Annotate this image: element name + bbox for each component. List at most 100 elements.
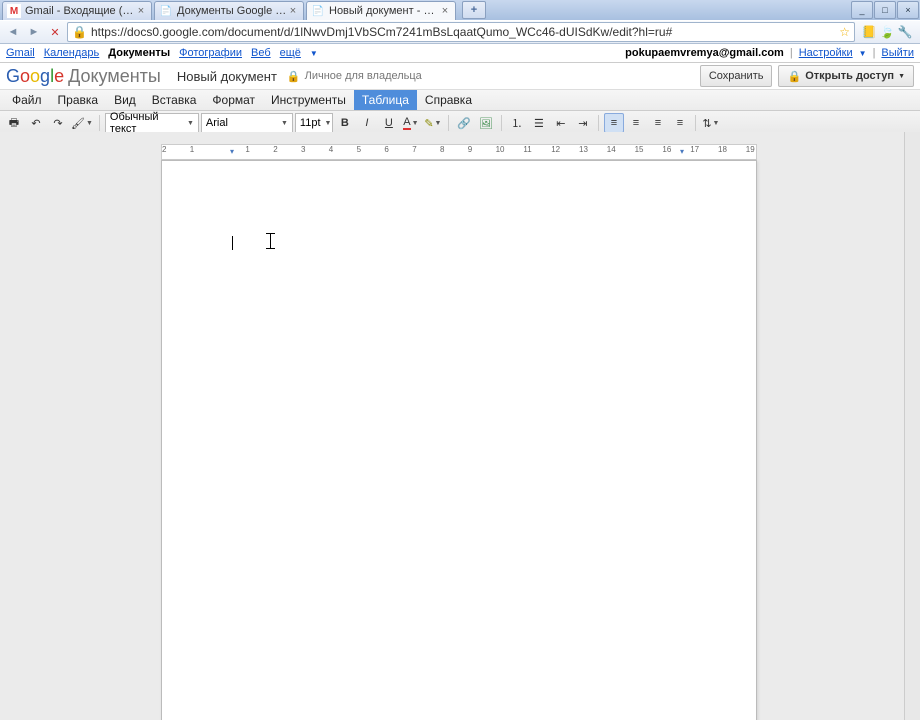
- menu-insert[interactable]: Вставка: [144, 90, 205, 110]
- right-indent-marker[interactable]: ▾: [680, 147, 684, 156]
- document-title[interactable]: Новый документ: [177, 69, 277, 84]
- close-icon[interactable]: ×: [287, 5, 299, 17]
- font-size-select[interactable]: 11pt▼: [295, 113, 333, 133]
- paint-format-button[interactable]: 🖌▼: [70, 113, 94, 133]
- link-icon: 🔗: [457, 117, 471, 130]
- print-icon: 🖶: [9, 114, 19, 133]
- gbar-link-gmail[interactable]: Gmail: [6, 47, 35, 59]
- italic-button[interactable]: I: [357, 113, 377, 133]
- chevron-down-icon: ▼: [325, 120, 332, 127]
- maximize-button[interactable]: □: [874, 1, 896, 19]
- chevron-down-icon: ▼: [281, 120, 288, 127]
- align-right-icon: ≡: [655, 117, 661, 129]
- ruler-tick: 1: [190, 145, 194, 159]
- stop-reload-button[interactable]: ✕: [46, 23, 64, 41]
- increase-indent-button[interactable]: ⇥: [573, 113, 593, 133]
- text-color-icon: A: [403, 116, 410, 130]
- vertical-scrollbar[interactable]: [904, 132, 920, 720]
- bold-icon: B: [341, 117, 349, 129]
- undo-button[interactable]: ↶: [26, 113, 46, 133]
- gbar-link-web[interactable]: Веб: [251, 47, 271, 59]
- new-tab-button[interactable]: +: [462, 1, 486, 19]
- menu-edit[interactable]: Правка: [50, 90, 107, 110]
- privacy-indicator[interactable]: 🔒 Личное для владельца: [287, 70, 422, 83]
- docs-header: Google Документы Новый документ 🔒 Личное…: [0, 63, 920, 89]
- browser-tab[interactable]: 📄 Новый документ - Докум… ×: [306, 1, 456, 20]
- menu-table[interactable]: Таблица: [354, 90, 417, 110]
- align-left-button[interactable]: ≡: [604, 113, 624, 133]
- ruler-tick: 13: [579, 145, 588, 159]
- bulleted-list-button[interactable]: ☰: [529, 113, 549, 133]
- bold-button[interactable]: B: [335, 113, 355, 133]
- decrease-indent-button[interactable]: ⇤: [551, 113, 571, 133]
- menu-file[interactable]: Файл: [4, 90, 50, 110]
- gbar-link-photos[interactable]: Фотографии: [179, 47, 242, 59]
- tab-title: Gmail - Входящие (3) - pok…: [25, 5, 135, 17]
- outdent-icon: ⇤: [556, 117, 565, 130]
- align-justify-icon: ≡: [677, 117, 683, 129]
- menu-help[interactable]: Справка: [417, 90, 480, 110]
- text-color-button[interactable]: A▼: [401, 113, 421, 133]
- chevron-down-icon: ▼: [187, 120, 194, 127]
- extension-icon[interactable]: 📒: [862, 25, 876, 39]
- browser-tab[interactable]: 📄 Документы Google - Все … ×: [154, 1, 304, 20]
- lock-icon: 🔒: [787, 70, 801, 83]
- paragraph-style-select[interactable]: Обычный текст▼: [105, 113, 199, 133]
- align-right-button[interactable]: ≡: [648, 113, 668, 133]
- gbar-link-more[interactable]: ещё: [280, 47, 301, 59]
- close-icon[interactable]: ×: [439, 5, 451, 17]
- chevron-down-icon[interactable]: ▼: [859, 49, 867, 58]
- account-email: pokupaemvremya@gmail.com: [625, 47, 784, 59]
- menu-view[interactable]: Вид: [106, 90, 144, 110]
- browser-nav-bar: ◄ ► ✕ 🔒 https://docs0.google.com/documen…: [0, 20, 920, 44]
- ruler-tick: 5: [357, 145, 361, 159]
- insert-image-button[interactable]: 🖼: [476, 113, 496, 133]
- align-left-icon: ≡: [611, 117, 617, 129]
- document-page[interactable]: [161, 160, 757, 720]
- line-spacing-icon: ⇅: [702, 117, 711, 130]
- google-docs-logo[interactable]: Google Документы: [6, 66, 161, 87]
- url-bar[interactable]: 🔒 https://docs0.google.com/document/d/1l…: [67, 22, 855, 42]
- close-icon[interactable]: ×: [135, 5, 147, 17]
- align-justify-button[interactable]: ≡: [670, 113, 690, 133]
- gbar-link-logout[interactable]: Выйти: [881, 47, 914, 59]
- menu-format[interactable]: Формат: [204, 90, 263, 110]
- share-button[interactable]: 🔒 Открыть доступ ▼: [778, 65, 914, 87]
- insert-link-button[interactable]: 🔗: [454, 113, 474, 133]
- close-window-button[interactable]: ×: [897, 1, 919, 19]
- highlight-color-button[interactable]: ✎▼: [423, 113, 443, 133]
- extension-icon[interactable]: 🍃: [880, 25, 894, 39]
- ruler-tick: 10: [496, 145, 505, 159]
- gbar-link-calendar[interactable]: Календарь: [44, 47, 100, 59]
- ruler-tick: 7: [412, 145, 416, 159]
- chevron-down-icon[interactable]: ▼: [310, 49, 318, 58]
- redo-button[interactable]: ↷: [48, 113, 68, 133]
- ruler-tick: 15: [635, 145, 644, 159]
- window-controls: _ □ ×: [851, 0, 920, 18]
- back-button[interactable]: ◄: [4, 23, 22, 41]
- bookmark-star-icon[interactable]: ☆: [839, 25, 850, 39]
- ruler-tick: 6: [384, 145, 388, 159]
- align-center-button[interactable]: ≡: [626, 113, 646, 133]
- underline-button[interactable]: U: [379, 113, 399, 133]
- menu-tools[interactable]: Инструменты: [263, 90, 354, 110]
- forward-button[interactable]: ►: [25, 23, 43, 41]
- line-spacing-button[interactable]: ⇅▼: [701, 113, 721, 133]
- left-indent-marker[interactable]: ▾: [230, 147, 234, 156]
- gbar-link-documents[interactable]: Документы: [108, 47, 170, 59]
- browser-tab-strip: M Gmail - Входящие (3) - pok… × 📄 Докуме…: [0, 0, 920, 20]
- ruler-tick: 19: [746, 145, 755, 159]
- ruler-tick: 18: [718, 145, 727, 159]
- wrench-icon[interactable]: 🔧: [898, 25, 912, 39]
- save-button[interactable]: Сохранить: [700, 65, 773, 87]
- gbar-link-settings[interactable]: Настройки: [799, 47, 853, 59]
- numbered-list-button[interactable]: ⒈: [507, 113, 527, 133]
- numbered-list-icon: ⒈: [511, 115, 522, 131]
- horizontal-ruler[interactable]: ▾ ▾ 2112345678910111213141516171819: [161, 144, 757, 160]
- bulleted-list-icon: ☰: [534, 117, 544, 130]
- print-button[interactable]: 🖶: [4, 113, 24, 133]
- browser-tab[interactable]: M Gmail - Входящие (3) - pok… ×: [2, 1, 152, 20]
- font-family-select[interactable]: Arial▼: [201, 113, 293, 133]
- ruler-tick: 4: [329, 145, 333, 159]
- minimize-button[interactable]: _: [851, 1, 873, 19]
